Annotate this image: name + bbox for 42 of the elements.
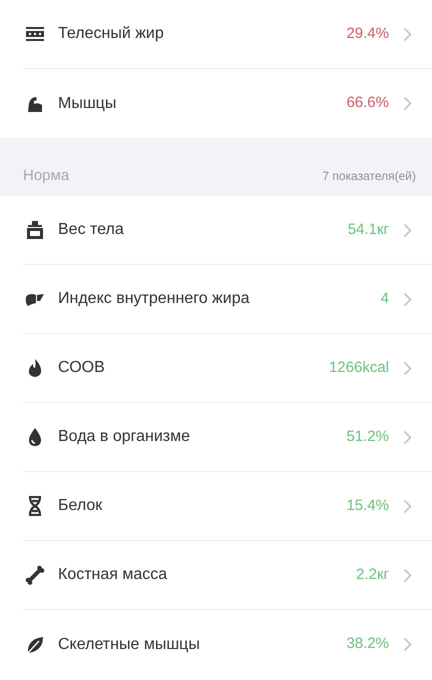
metric-value: 38.2%	[346, 634, 389, 654]
metric-label: Вес тела	[58, 220, 125, 240]
bone-icon	[25, 565, 45, 585]
metric-row[interactable]: СООВ 1266kcal	[23, 334, 432, 403]
metric-row[interactable]: Белок 15.4%	[23, 472, 432, 541]
chevron-right-icon	[403, 26, 412, 42]
metric-label: Костная масса	[58, 565, 168, 585]
metric-value: 15.4%	[346, 496, 389, 516]
chevron-right-icon	[403, 568, 412, 582]
metric-label: Вода в организме	[58, 427, 192, 447]
leaf-icon	[25, 634, 45, 654]
metric-row[interactable]: Мышцы 66.6%	[23, 69, 432, 138]
metric-row[interactable]: Индекс внутреннего жира 4	[23, 265, 432, 334]
chevron-right-icon	[403, 222, 412, 238]
metric-label: СООВ	[58, 358, 106, 378]
metric-row[interactable]: Телесный жир 29.4%	[23, 0, 432, 69]
metric-row[interactable]: Вода в организме 51.2%	[23, 403, 432, 472]
metric-label: Индекс внутреннего жира	[58, 289, 250, 309]
metric-label: Мышцы	[58, 94, 118, 114]
metric-row[interactable]: Вес тела 54.1кг	[23, 196, 432, 265]
metric-value: 66.6%	[346, 93, 389, 114]
fat-layers-icon	[25, 24, 45, 44]
indicator-count: 7 показателя(ей)	[322, 168, 416, 185]
metric-value: 4	[380, 288, 389, 309]
metric-value: 2.2кг	[356, 564, 389, 585]
metric-row[interactable]: Скелетные мышцы 38.2%	[23, 610, 432, 679]
metric-label: Скелетные мышцы	[58, 634, 201, 654]
metric-value: 54.1кг	[348, 220, 389, 240]
section-title: Норма	[23, 166, 70, 186]
metric-value: 51.2%	[346, 426, 389, 447]
chevron-right-icon	[403, 637, 412, 652]
metric-value: 29.4%	[346, 24, 389, 44]
chevron-right-icon	[403, 430, 412, 444]
chevron-right-icon	[403, 292, 412, 306]
metric-row[interactable]: Костная масса 2.2кг	[23, 541, 432, 610]
chevron-right-icon	[403, 498, 412, 514]
chevron-right-icon	[403, 96, 412, 111]
metric-label: Телесный жир	[58, 24, 165, 44]
weight-icon	[25, 220, 45, 240]
metric-value: 1266kcal	[328, 358, 389, 378]
chevron-right-icon	[403, 360, 412, 376]
metric-label: Белок	[58, 496, 104, 516]
